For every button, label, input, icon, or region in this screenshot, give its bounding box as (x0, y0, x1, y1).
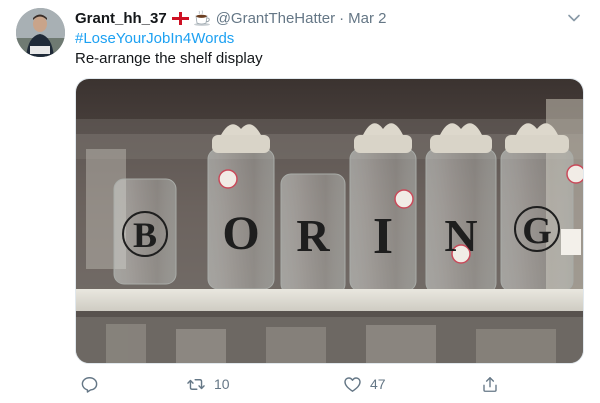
england-flag-icon (171, 11, 189, 25)
reply-button[interactable] (80, 372, 99, 396)
jar-letter: N (444, 210, 477, 261)
chevron-down-icon[interactable] (566, 10, 582, 26)
tweet-header: Grant_hh_37 @GrantTheHatter · Mar 2 (75, 8, 386, 28)
jar-letter: I (373, 208, 393, 265)
avatar[interactable] (16, 8, 65, 57)
share-icon (481, 375, 499, 394)
jar-letter: O (222, 207, 259, 260)
user-handle[interactable]: @GrantTheHatter (216, 10, 335, 27)
jar-letter: R (296, 210, 330, 261)
heart-icon (343, 375, 362, 394)
retweet-count: 10 (214, 376, 230, 392)
tweet-text: Re-arrange the shelf display (75, 50, 263, 67)
tweet-date[interactable]: Mar 2 (348, 10, 386, 27)
tweet-card[interactable]: Grant_hh_37 @GrantTheHatter · Mar 2 #Los… (0, 0, 600, 403)
reply-icon (80, 375, 99, 394)
tweet-photo[interactable]: B O R I N G (75, 78, 584, 364)
hashtag-link[interactable]: #LoseYourJobIn4Words (75, 30, 234, 47)
hot-beverage-icon (193, 10, 211, 26)
separator-dot: · (339, 9, 345, 27)
jar-letter: G (522, 210, 552, 252)
jar-letter: B (133, 215, 157, 255)
share-button[interactable] (481, 372, 499, 396)
like-button[interactable]: 47 (343, 372, 386, 396)
like-count: 47 (370, 376, 386, 392)
action-bar: 10 47 (75, 372, 505, 396)
retweet-button[interactable]: 10 (186, 372, 230, 396)
retweet-icon (186, 375, 206, 394)
display-name[interactable]: Grant_hh_37 (75, 10, 167, 27)
